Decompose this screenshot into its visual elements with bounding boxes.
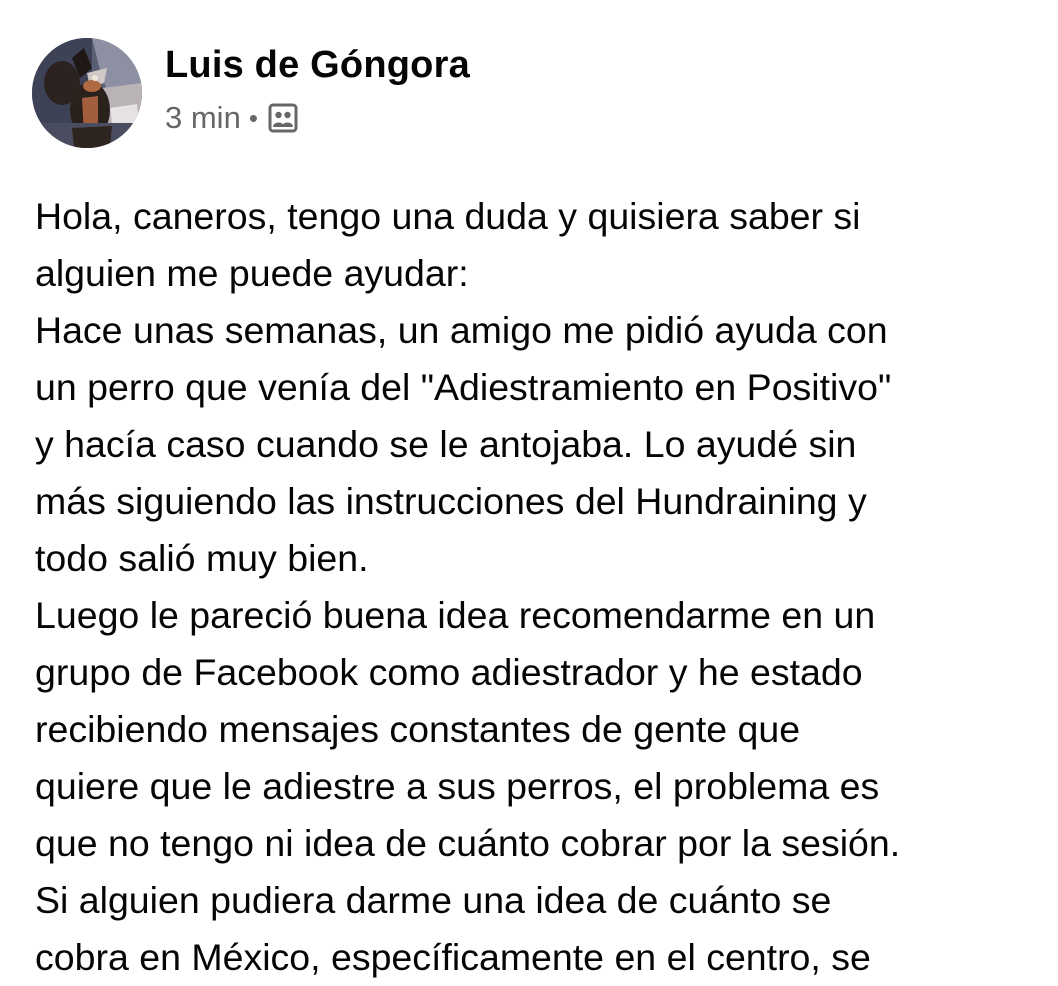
- post-text-line: grupo de Facebook como adiestrador y he …: [35, 651, 863, 693]
- post-header: Luis de Góngora 3 min •: [32, 38, 470, 148]
- post-text-line: todo salió muy bien.: [35, 537, 369, 579]
- meta-separator: •: [248, 103, 258, 133]
- group-members-icon[interactable]: [266, 101, 300, 135]
- dog-photo-avatar-image: [32, 38, 142, 148]
- post-text-line: cobra en México, específicamente en el c…: [35, 936, 871, 978]
- post-text-line: Hola, caneros, tengo una duda y quisiera…: [35, 195, 861, 237]
- author-avatar[interactable]: [32, 38, 142, 148]
- post-text-line: Hace unas semanas, un amigo me pidió ayu…: [35, 309, 888, 351]
- post-text-line: un perro que venía del "Adiestramiento e…: [35, 366, 892, 408]
- post-timestamp[interactable]: 3 min: [165, 98, 241, 138]
- post-text-line: más siguiendo las instrucciones del Hund…: [35, 480, 867, 522]
- author-block: Luis de Góngora 3 min •: [165, 38, 470, 138]
- post-text-line: Luego le pareció buena idea recomendarme…: [35, 594, 876, 636]
- post-text-line: Si alguien pudiera darme una idea de cuá…: [35, 879, 832, 921]
- post-text-line: que no tengo ni idea de cuánto cobrar po…: [35, 822, 901, 864]
- author-name[interactable]: Luis de Góngora: [165, 40, 470, 90]
- post-text-line: y hacía caso cuando se le antojaba. Lo a…: [35, 423, 857, 465]
- post-text-line: alguien me puede ayudar:: [35, 252, 469, 294]
- post-meta: 3 min •: [165, 98, 470, 138]
- post-text: Hola, caneros, tengo una duda y quisiera…: [35, 188, 1045, 986]
- post-text-line: quiere que le adiestre a sus perros, el …: [35, 765, 880, 807]
- post-text-line: recibiendo mensajes constantes de gente …: [35, 708, 801, 750]
